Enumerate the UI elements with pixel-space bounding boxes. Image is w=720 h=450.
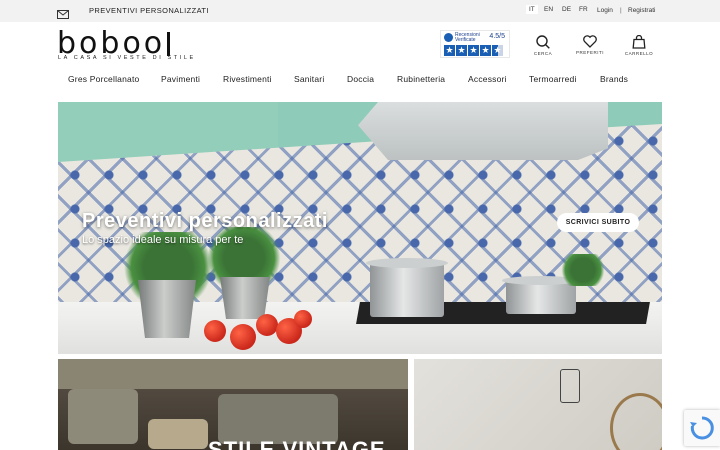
promo-link[interactable]: PREVENTIVI PERSONALIZZATI — [89, 6, 209, 15]
card-armchair — [68, 389, 138, 444]
favorites-button[interactable]: PREFERITI — [570, 35, 610, 55]
heart-icon — [583, 35, 597, 48]
main-nav: Gres Porcellanato Pavimenti Rivestimenti… — [0, 72, 720, 88]
category-card-bathroom[interactable] — [414, 359, 662, 450]
trust-badge[interactable]: Recensioni Verificate 4.5/5 ★ ★ ★ ★ ★ — [440, 30, 510, 58]
recaptcha-badge[interactable] — [684, 410, 720, 446]
nav-item-rubinetteria[interactable]: Rubinetteria — [397, 74, 445, 84]
star-icon: ★ — [468, 45, 479, 56]
category-card-vintage[interactable]: STILE VINTAGE — [58, 359, 408, 450]
trust-label: Recensioni Verificate — [455, 33, 480, 43]
nav-item-pavimenti[interactable]: Pavimenti — [161, 74, 200, 84]
favorites-label: PREFERITI — [575, 50, 604, 55]
trust-score: 4.5/5 — [489, 33, 505, 40]
hero-banner[interactable]: Preventivi personalizzati Lo spazio idea… — [58, 102, 662, 354]
card-title: STILE VINTAGE — [208, 437, 386, 450]
nav-item-sanitari[interactable]: Sanitari — [294, 74, 324, 84]
hero-title: Preventivi personalizzati — [82, 210, 328, 232]
login-link[interactable]: Login — [597, 7, 613, 14]
trust-label-line2: Verificate — [455, 37, 476, 43]
hero-subtitle: Lo spazio ideale su misura per te — [82, 234, 244, 246]
half-star-icon: ★ — [492, 45, 503, 56]
top-bar: PREVENTIVI PERSONALIZZATI IT EN DE FR Lo… — [0, 0, 720, 22]
lang-de[interactable]: DE — [562, 6, 571, 13]
nav-item-doccia[interactable]: Doccia — [347, 74, 374, 84]
card-pillows — [148, 419, 208, 449]
cart-label: CARRELLO — [624, 51, 654, 56]
recaptcha-icon — [690, 416, 714, 440]
nav-item-brands[interactable]: Brands — [600, 74, 628, 84]
nav-item-gres[interactable]: Gres Porcellanato — [68, 74, 139, 84]
star-icon: ★ — [456, 45, 467, 56]
write-us-button[interactable]: SCRIVICI SUBITO — [557, 213, 639, 232]
lang-it[interactable]: IT — [526, 5, 538, 14]
shopping-bag-icon — [632, 35, 646, 49]
cart-button[interactable]: CARRELLO — [619, 35, 659, 56]
lang-fr[interactable]: FR — [579, 6, 588, 13]
mail-icon[interactable] — [57, 6, 69, 19]
star-icon: ★ — [444, 45, 455, 56]
star-icon: ★ — [480, 45, 491, 56]
card-ceiling — [58, 359, 408, 389]
search-icon — [536, 35, 550, 49]
search-button[interactable]: CERCA — [523, 35, 563, 56]
lang-en[interactable]: EN — [544, 6, 553, 13]
verified-seal-icon — [444, 33, 453, 42]
nav-item-rivestimenti[interactable]: Rivestimenti — [223, 74, 272, 84]
search-label: CERCA — [533, 51, 553, 56]
logo-bar — [167, 32, 171, 56]
separator: | — [620, 7, 622, 14]
wall-lamp-icon — [560, 369, 580, 403]
rating-stars: ★ ★ ★ ★ ★ — [444, 45, 503, 56]
nav-item-termoarredi[interactable]: Termoarredi — [529, 74, 577, 84]
tagline: LA CASA SI VESTE DI STILE — [58, 55, 196, 61]
round-mirror — [610, 393, 662, 450]
nav-item-accessori[interactable]: Accessori — [468, 74, 507, 84]
register-link[interactable]: Registrati — [628, 7, 655, 14]
